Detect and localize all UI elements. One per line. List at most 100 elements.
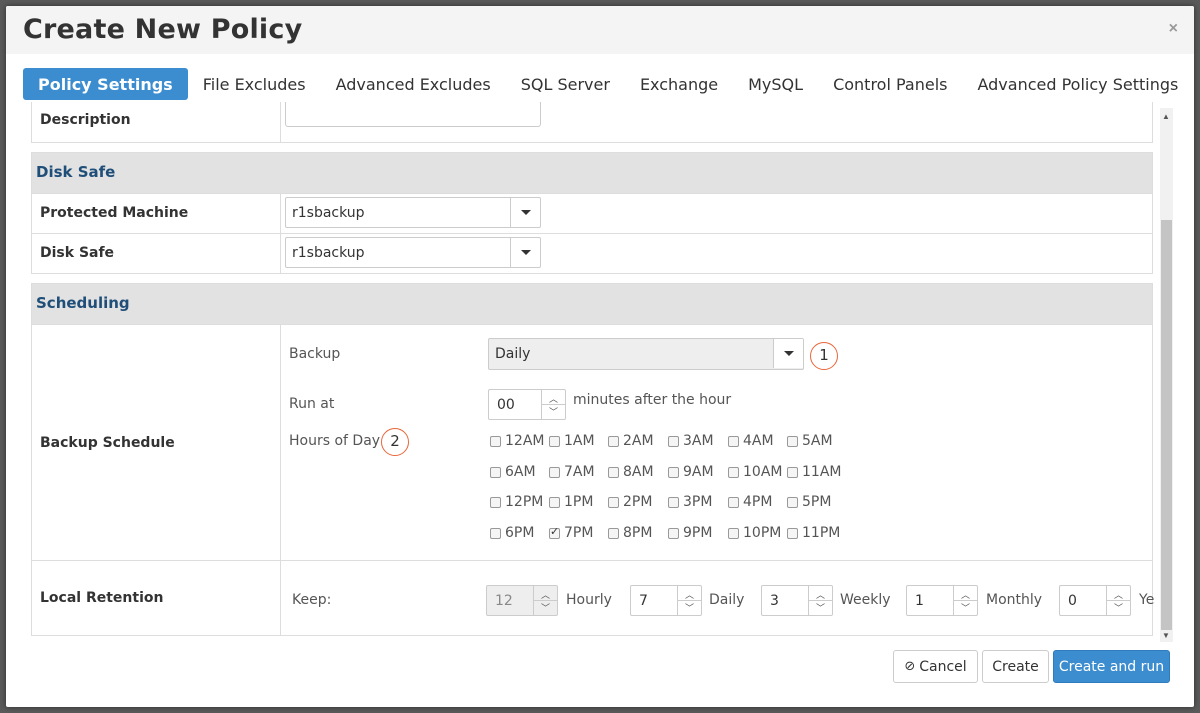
checkbox-icon[interactable] (549, 435, 560, 447)
hour-checkbox[interactable]: 8PM (608, 525, 652, 541)
chevron-down-icon[interactable]: ﹀ (816, 601, 825, 614)
hour-checkbox-label: 8AM (623, 464, 654, 480)
dropdown-button[interactable] (510, 198, 540, 227)
weekly-retention-input[interactable]: 3 ︿ ﹀ (761, 585, 833, 616)
hour-checkbox-label: 6AM (505, 464, 536, 480)
checkbox-icon[interactable] (490, 466, 501, 478)
hour-checkbox[interactable]: 5PM (787, 494, 831, 510)
stepper[interactable]: ︿ ﹀ (953, 586, 977, 615)
checkbox-icon[interactable] (787, 527, 798, 539)
checkbox-icon[interactable] (787, 435, 798, 447)
create-and-run-button[interactable]: Create and run (1053, 650, 1170, 683)
hour-checkbox[interactable]: 9AM (668, 464, 714, 480)
checkbox-icon[interactable] (549, 466, 560, 478)
cancel-button[interactable]: ⊘ Cancel (893, 650, 978, 683)
local-retention-label: Local Retention (40, 590, 164, 606)
stepper[interactable]: ︿ ﹀ (808, 586, 832, 615)
chevron-down-icon[interactable]: ﹀ (685, 601, 694, 614)
checkbox-icon[interactable] (549, 496, 560, 508)
scroll-up-icon[interactable]: ▲ (1162, 112, 1170, 121)
chevron-down-icon[interactable]: ﹀ (1114, 601, 1123, 614)
checkbox-icon[interactable] (728, 435, 739, 447)
tab-file-excludes[interactable]: File Excludes (188, 68, 321, 100)
annotation-badge-1: 1 (810, 342, 838, 370)
hour-checkbox[interactable]: 6PM (490, 525, 534, 541)
hour-checkbox[interactable]: 5AM (787, 433, 833, 449)
run-at-minutes-input[interactable]: 00 ︿ ﹀ (488, 389, 566, 420)
hour-checkbox[interactable]: 10PM (728, 525, 781, 541)
checkbox-icon[interactable] (608, 496, 619, 508)
tab-advanced-excludes[interactable]: Advanced Excludes (321, 68, 506, 100)
backup-schedule-row: Backup Schedule Backup Daily 1 Run at 00… (32, 324, 1152, 560)
stepper[interactable]: ︿ ﹀ (1106, 586, 1130, 615)
stepper[interactable]: ︿ ﹀ (677, 586, 701, 615)
description-input[interactable] (285, 102, 541, 127)
tab-advanced-policy-settings[interactable]: Advanced Policy Settings (962, 68, 1193, 100)
checkbox-icon[interactable] (668, 466, 679, 478)
checkbox-icon[interactable] (490, 435, 501, 447)
daily-retention-input[interactable]: 7 ︿ ﹀ (630, 585, 702, 616)
yearly-retention-input[interactable]: 0 ︿ ﹀ (1059, 585, 1131, 616)
tab-sql-server[interactable]: SQL Server (506, 68, 625, 100)
hour-checkbox[interactable]: 2AM (608, 433, 654, 449)
checkbox-checked-icon[interactable] (549, 525, 560, 539)
scrollbar-thumb[interactable] (1161, 220, 1172, 630)
dropdown-button[interactable] (510, 238, 540, 267)
dropdown-button[interactable] (773, 339, 803, 368)
checkbox-icon[interactable] (668, 435, 679, 447)
monthly-retention-input[interactable]: 1 ︿ ﹀ (906, 585, 978, 616)
checkbox-icon[interactable] (668, 527, 679, 539)
checkbox-icon[interactable] (490, 527, 501, 539)
checkbox-icon[interactable] (728, 496, 739, 508)
hour-checkbox[interactable]: 11PM (787, 525, 840, 541)
checkbox-icon[interactable] (608, 466, 619, 478)
checkbox-icon[interactable] (668, 496, 679, 508)
tab-exchange[interactable]: Exchange (625, 68, 733, 100)
hour-checkbox[interactable]: 7AM (549, 464, 595, 480)
tab-mysql[interactable]: MySQL (733, 68, 818, 100)
hour-checkbox[interactable]: 8AM (608, 464, 654, 480)
disk-safe-select[interactable]: r1sbackup (285, 237, 541, 268)
monthly-unit: Monthly (986, 592, 1043, 608)
hour-checkbox[interactable]: 1AM (549, 433, 595, 449)
hour-checkbox[interactable]: 9PM (668, 525, 712, 541)
hour-checkbox[interactable]: 12PM (490, 494, 543, 510)
hour-checkbox[interactable]: 4AM (728, 433, 774, 449)
weekly-unit: Weekly (840, 592, 891, 608)
hour-checkbox-label: 10PM (743, 525, 782, 541)
checkbox-icon[interactable] (608, 527, 619, 539)
protected-machine-select[interactable]: r1sbackup (285, 197, 541, 228)
chevron-down-icon[interactable]: ﹀ (549, 405, 558, 418)
yearly-unit: Ye (1139, 592, 1155, 608)
caret-down-icon (784, 351, 794, 356)
hour-checkbox[interactable]: 6AM (490, 464, 536, 480)
tab-control-panels[interactable]: Control Panels (818, 68, 962, 100)
hour-checkbox[interactable]: 7PM (549, 525, 593, 541)
stepper[interactable]: ︿ ﹀ (541, 390, 565, 419)
hour-checkbox-label: 9PM (683, 525, 713, 541)
hour-checkbox[interactable]: 3PM (668, 494, 712, 510)
create-button[interactable]: Create (982, 650, 1049, 683)
chevron-down-icon[interactable]: ﹀ (961, 601, 970, 614)
checkbox-icon[interactable] (608, 435, 619, 447)
keep-label: Keep: (292, 592, 332, 608)
checkbox-icon[interactable] (787, 466, 798, 478)
backup-frequency-select[interactable]: Daily (488, 338, 804, 370)
tab-policy-settings[interactable]: Policy Settings (23, 68, 188, 100)
checkbox-icon[interactable] (728, 466, 739, 478)
scroll-down-icon[interactable]: ▼ (1162, 631, 1170, 640)
hour-checkbox[interactable]: 12AM (490, 433, 544, 449)
hour-checkbox[interactable]: 4PM (728, 494, 772, 510)
hour-checkbox[interactable]: 3AM (668, 433, 714, 449)
hour-checkbox[interactable]: 2PM (608, 494, 652, 510)
checkbox-icon[interactable] (787, 496, 798, 508)
hour-checkbox[interactable]: 10AM (728, 464, 782, 480)
close-icon[interactable]: × (1169, 20, 1178, 38)
vertical-scrollbar[interactable]: ▲ ▼ (1160, 108, 1173, 642)
tab-bar: Policy Settings File Excludes Advanced E… (23, 68, 1193, 100)
checkbox-icon[interactable] (490, 496, 501, 508)
checkbox-icon[interactable] (728, 527, 739, 539)
disk-safe-label: Disk Safe (40, 245, 115, 261)
hour-checkbox[interactable]: 11AM (787, 464, 841, 480)
hour-checkbox[interactable]: 1PM (549, 494, 593, 510)
